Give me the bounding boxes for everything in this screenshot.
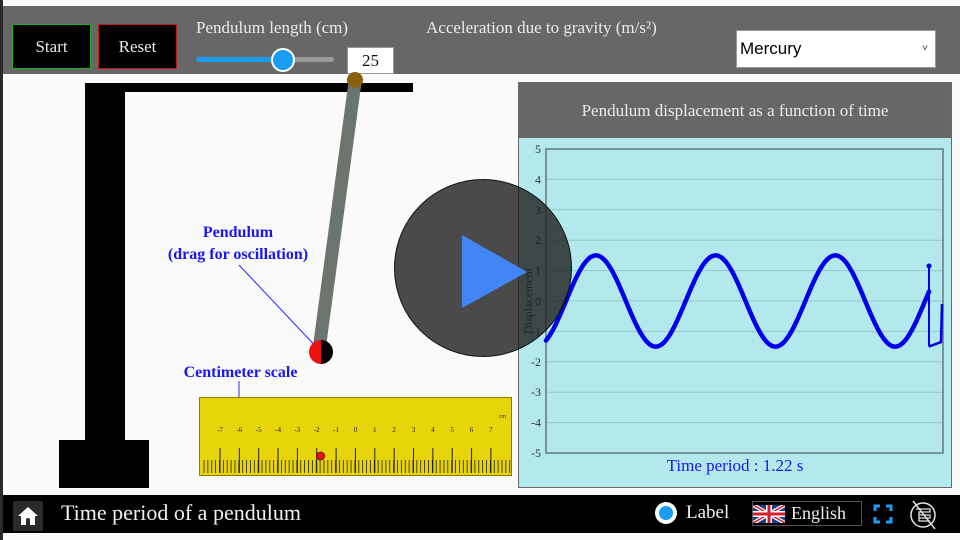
home-icon xyxy=(18,507,38,525)
ruler-markings: -7 -6 -5 -4 -3 -2 -1 0 1 2 3 4 5 6 7 cm xyxy=(203,414,511,473)
ruler-tick-label: 2 xyxy=(392,426,396,434)
end-point xyxy=(926,263,932,269)
ruler-tick-label: -3 xyxy=(294,426,300,434)
ruler-tick-label: 7 xyxy=(489,426,493,434)
uk-flag-icon xyxy=(753,504,785,523)
ruler-tick-label: 6 xyxy=(470,426,474,434)
centimeter-scale-label: Centimeter scale xyxy=(183,364,298,381)
ruler-unit-label: cm xyxy=(499,414,507,420)
centimeter-ruler: -7 -6 -5 -4 -3 -2 -1 0 1 2 3 4 5 6 7 cm xyxy=(199,397,512,476)
graph-panel: Pendulum displacement as a function of t… xyxy=(518,82,952,488)
ruler-tick-label: -6 xyxy=(236,426,242,434)
pendulum-rod xyxy=(312,81,362,351)
ruler-tick-label: 1 xyxy=(373,426,377,434)
y-tick-label: -3 xyxy=(531,385,541,399)
y-tick-label: -4 xyxy=(531,416,541,430)
play-icon xyxy=(462,235,527,308)
ruler-tick-label: 0 xyxy=(354,426,358,434)
pendulum-bob[interactable] xyxy=(309,340,333,364)
label-toggle[interactable]: Label xyxy=(655,502,729,524)
ruler-tick-label: 5 xyxy=(450,426,454,434)
bottom-bar: Time period of a pendulum Label English xyxy=(3,495,960,533)
y-tick-label: 5 xyxy=(535,142,541,156)
ruler-position-marker xyxy=(316,451,326,461)
simulation-app: Start Reset Pendulum length (cm) 25 Acce… xyxy=(0,0,960,540)
app-title: Time period of a pendulum xyxy=(61,500,301,525)
fullscreen-icon xyxy=(873,504,893,524)
pendulum-pivot xyxy=(347,72,363,88)
no-drag-icon xyxy=(910,500,936,530)
label-toggle-text: Label xyxy=(686,502,730,523)
home-button[interactable] xyxy=(13,501,43,531)
fullscreen-button[interactable] xyxy=(873,504,893,524)
disable-drag-button[interactable] xyxy=(905,499,941,530)
language-button[interactable]: English xyxy=(752,501,862,526)
ruler-tick-label: -1 xyxy=(333,426,339,434)
ruler-tick-label: -4 xyxy=(275,426,281,434)
restart-segment xyxy=(928,304,944,348)
pendulum-label-title: Pendulum xyxy=(202,224,274,241)
label-radio-icon xyxy=(655,502,677,524)
play-button[interactable] xyxy=(394,179,572,357)
displacement-chart: 543210-1-2-3-4-5Displacement xyxy=(521,142,944,458)
ruler-tick-label: -7 xyxy=(217,426,223,434)
ruler-tick-label: 3 xyxy=(412,426,416,434)
graph-title: Pendulum displacement as a function of t… xyxy=(519,83,951,138)
pendulum-label-pointer xyxy=(238,264,322,353)
pendulum-label-hint: (drag for oscillation) xyxy=(167,246,309,263)
pendulum-label: Pendulum (drag for oscillation) xyxy=(153,222,323,266)
language-text: English xyxy=(791,503,847,523)
ruler-tick-label: -2 xyxy=(314,426,320,434)
ruler-tick-label: 4 xyxy=(431,426,435,434)
ruler-tick-label: -5 xyxy=(256,426,262,434)
time-period-readout: Time period : 1.22 s xyxy=(666,456,804,475)
